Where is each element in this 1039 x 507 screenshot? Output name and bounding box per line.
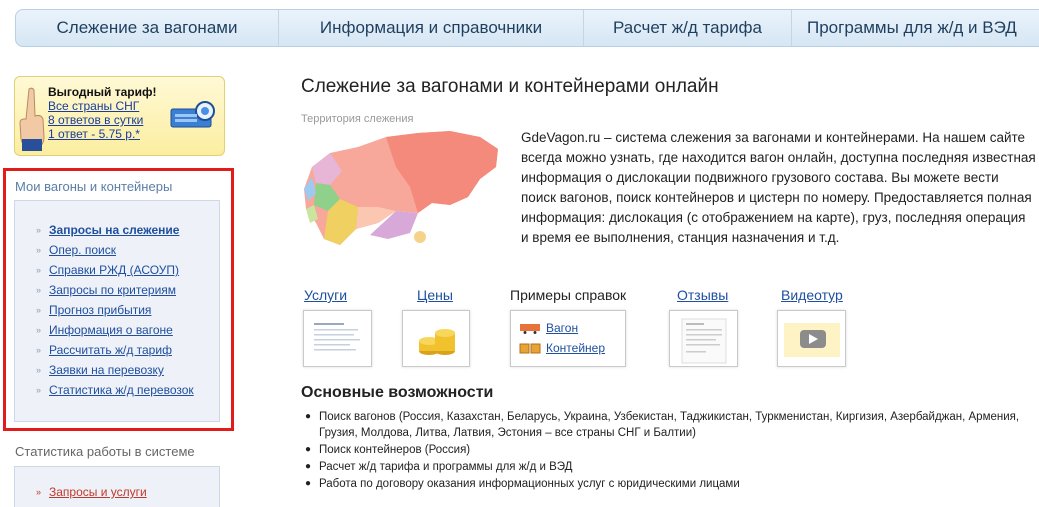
list-item: ● Расчет ж/д тарифа и программы для ж/д и… (305, 461, 573, 473)
bullet-icon: ● (305, 461, 312, 472)
services-thumbnail[interactable] (303, 310, 372, 367)
features-list: ● Поиск вагонов (Россия, Казахстан, Белар… (305, 409, 1035, 493)
pointing-hand-icon (19, 87, 45, 151)
stats-item-requests-services[interactable]: » Запросы и услуги (36, 485, 147, 499)
bullet-icon: » (36, 265, 42, 275)
sidebar-item-oper-search[interactable]: » Опер. поиск (36, 240, 194, 260)
services-link[interactable]: Услуги (304, 287, 347, 303)
promo-banner[interactable]: Выгодный тариф! Все страны СНГ 8 ответов… (14, 76, 225, 156)
example-wagon-row[interactable]: Вагон (519, 321, 578, 335)
wagon-icon (520, 323, 540, 334)
list-item: ● Поиск вагонов (Россия, Казахстан, Белар… (305, 411, 1020, 439)
reviews-link[interactable]: Отзывы (677, 287, 728, 303)
bullet-icon: ● (305, 444, 312, 455)
sidebar-item-arrival-forecast[interactable]: » Прогноз прибытия (36, 300, 194, 320)
map-label: Территория слежения (301, 113, 414, 125)
bullet-icon: » (36, 365, 42, 375)
sidebar-item-rzd-reports[interactable]: » Справки РЖД (АСОУП) (36, 260, 194, 280)
promo-line-answers[interactable]: 8 ответов в сутки (48, 113, 143, 127)
prices-thumbnail[interactable] (402, 310, 470, 367)
sidebar-item-criteria-requests[interactable]: » Запросы по критериям (36, 280, 194, 300)
sidebar-item-calc-tariff[interactable]: » Рассчитать ж/д тариф (36, 340, 194, 360)
nav-item-wagon-tracking[interactable]: Слежение за вагонами (16, 10, 279, 46)
nav-item-programs[interactable]: Программы для ж/д и ВЭД (792, 10, 1039, 46)
sidebar-item-transport-stats[interactable]: » Статистика ж/д перевозок (36, 380, 194, 400)
examples-thumbnail: Вагон Контейнер (510, 310, 626, 367)
sidebar-section-title: Мои вагоны и контейнеры (15, 179, 173, 194)
promo-line-countries[interactable]: Все страны СНГ (48, 99, 139, 113)
bullet-icon: » (36, 245, 42, 255)
promo-line-price[interactable]: 1 ответ - 5.75 р.* (48, 127, 140, 141)
stats-section-title: Статистика работы в системе (15, 444, 195, 459)
container-icon (519, 343, 541, 353)
examples-label: Примеры справок (510, 287, 627, 303)
bullet-icon: » (36, 225, 42, 235)
bullet-icon: » (36, 345, 42, 355)
sidebar-item-tracking-requests[interactable]: » Запросы на слежение (36, 220, 194, 240)
bullet-icon: » (36, 285, 42, 295)
stats-menu: » Запросы и услуги (36, 485, 147, 499)
nav-item-tariff-calc[interactable]: Расчет ж/д тарифа (584, 10, 792, 46)
sidebar-item-transport-orders[interactable]: » Заявки на перевозку (36, 360, 194, 380)
top-navigation: Слежение за вагонами Информация и справо… (15, 9, 1039, 47)
list-item: ● Поиск контейнеров (Россия) (305, 444, 471, 456)
promo-title: Выгодный тариф! (48, 85, 157, 99)
document-icon (314, 323, 360, 351)
coins-icon (419, 329, 455, 355)
nav-item-info-reference[interactable]: Информация и справочники (279, 10, 584, 46)
video-tour-link[interactable]: Видеотур (781, 287, 843, 303)
reviews-thumbnail[interactable] (669, 310, 738, 367)
example-container-row[interactable]: Контейнер (519, 341, 605, 355)
tracking-territory-map[interactable] (300, 127, 503, 250)
bullet-icon: » (36, 385, 42, 395)
site-description: GdeVagon.ru – система слежения за вагона… (521, 130, 1036, 245)
play-video-icon (784, 323, 840, 357)
list-item: ● Работа по договору оказания информацион… (305, 478, 740, 490)
bullet-icon: ● (305, 478, 312, 489)
prices-link[interactable]: Цены (417, 287, 453, 303)
video-tour-thumbnail[interactable] (777, 310, 846, 367)
sidebar-menu: » Запросы на слежение » Опер. поиск » Справ… (36, 220, 194, 400)
bullet-icon: ● (305, 411, 312, 422)
projector-icon (170, 101, 215, 128)
features-title: Основные возможности (301, 384, 494, 401)
bullet-icon: » (36, 487, 42, 497)
sidebar-item-wagon-info[interactable]: » Информация о вагоне (36, 320, 194, 340)
bullet-icon: » (36, 325, 42, 335)
bullet-icon: » (36, 305, 42, 315)
page-title: Слежение за вагонами и контейнерами онла… (301, 76, 719, 97)
letter-document-icon (681, 318, 727, 364)
